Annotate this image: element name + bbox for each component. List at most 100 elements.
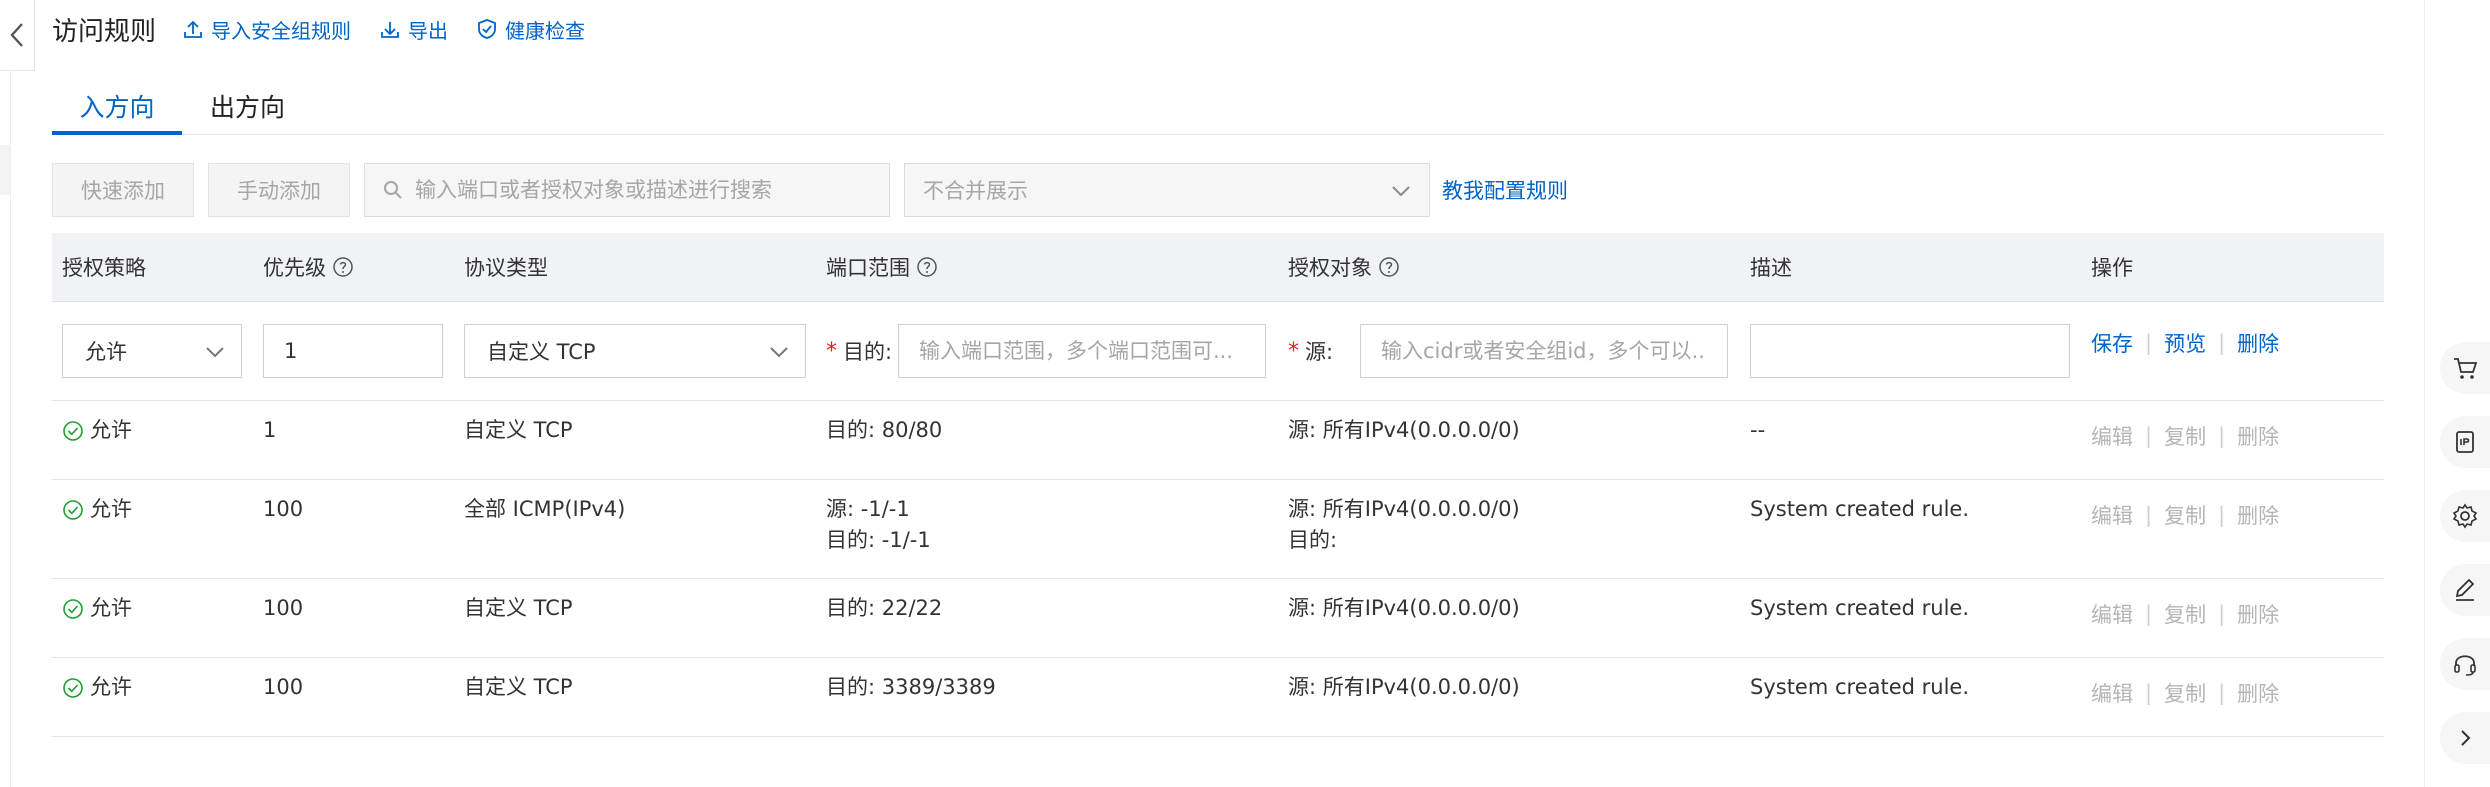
health-check-label: 健康检查 <box>505 18 586 43</box>
delete-button[interactable]: 删除 <box>2237 599 2279 629</box>
tab-inbound[interactable]: 入方向 <box>52 78 182 135</box>
export-icon <box>381 22 399 38</box>
export-link[interactable]: 导出 <box>379 15 448 44</box>
separator: | <box>2145 331 2153 355</box>
required-star: * <box>826 338 837 364</box>
edit-button[interactable]: 编辑 <box>2091 500 2133 530</box>
page-title: 访问规则 <box>52 16 157 47</box>
port-cell: 目的: 3389/3389 <box>826 672 996 703</box>
rail-support-button[interactable] <box>2440 638 2490 690</box>
col-desc-label: 描述 <box>1750 256 1792 280</box>
priority-cell: 100 <box>263 497 304 521</box>
target-cell: 源: 所有IPv4(0.0.0.0/0) <box>1288 672 1520 703</box>
required-star: * <box>1288 338 1299 364</box>
desc-cell: System created rule. <box>1750 675 1970 699</box>
target-line: 源: 所有IPv4(0.0.0.0/0) <box>1288 418 1520 442</box>
row-actions: 编辑 | 复制 | 删除 <box>2091 678 2279 708</box>
copy-button[interactable]: 复制 <box>2164 599 2206 629</box>
edit-button[interactable]: 编辑 <box>2091 421 2133 451</box>
copy-button[interactable]: 复制 <box>2164 678 2206 708</box>
new-rule-row: 允许 自定义 TCP * 目的: * 源: <box>52 302 2384 401</box>
dest-label: * 目的: <box>826 324 892 378</box>
rail-ip-button[interactable] <box>2440 416 2490 468</box>
help-icon[interactable] <box>332 256 354 278</box>
auth-target-input[interactable] <box>1361 339 1727 363</box>
search-icon <box>384 181 402 199</box>
delete-button[interactable]: 删除 <box>2237 678 2279 708</box>
port-cell: 目的: 80/80 <box>826 415 942 446</box>
col-port: 端口范围 <box>826 233 938 301</box>
description-input[interactable] <box>1751 339 2069 363</box>
merge-display-value: 不合并展示 <box>923 179 1028 203</box>
target-line: 源: 所有IPv4(0.0.0.0/0) <box>1288 596 1520 620</box>
search-box <box>364 163 890 217</box>
new-rule-actions: 保存 | 预览 | 删除 <box>2091 328 2279 358</box>
save-button[interactable]: 保存 <box>2091 328 2133 358</box>
priority-cell: 100 <box>263 596 304 620</box>
rail-expand-button[interactable] <box>2440 712 2490 764</box>
collapse-handle[interactable] <box>0 0 35 71</box>
separator: | <box>2145 424 2153 448</box>
rail-edit-button[interactable] <box>2440 564 2490 616</box>
edit-button[interactable]: 编辑 <box>2091 599 2133 629</box>
manual-add-button[interactable]: 手动添加 <box>208 163 350 217</box>
protocol-select[interactable]: 自定义 TCP <box>464 324 806 378</box>
shield-check-icon <box>478 19 496 39</box>
copy-button[interactable]: 复制 <box>2164 421 2206 451</box>
priority-cell: 1 <box>263 418 277 442</box>
check-circle-icon <box>63 420 83 441</box>
col-target-label: 授权对象 <box>1288 256 1372 280</box>
separator: | <box>2145 602 2153 626</box>
policy-text: 允许 <box>90 596 132 620</box>
target-cell: 源: 所有IPv4(0.0.0.0/0) 目的: <box>1288 494 1520 556</box>
import-rules-link[interactable]: 导入安全组规则 <box>182 15 351 44</box>
rail-settings-button[interactable] <box>2440 490 2490 542</box>
help-icon[interactable] <box>1378 256 1400 278</box>
right-rail-divider <box>2424 0 2425 787</box>
edit-button[interactable]: 编辑 <box>2091 678 2133 708</box>
table-header: 授权策略 优先级 协议类型 端口范围 授权对象 描述 操作 <box>52 233 2384 302</box>
delete-button[interactable]: 删除 <box>2237 500 2279 530</box>
port-line: 目的: 3389/3389 <box>826 675 996 699</box>
col-target: 授权对象 <box>1288 233 1400 301</box>
chevron-down-icon <box>770 347 788 358</box>
teach-config-link[interactable]: 教我配置规则 <box>1442 163 1568 217</box>
tab-outbound[interactable]: 出方向 <box>210 78 285 134</box>
target-line: 源: 所有IPv4(0.0.0.0/0) <box>1288 497 1520 521</box>
import-rules-label: 导入安全组规则 <box>211 18 352 43</box>
headset-icon <box>2454 655 2476 676</box>
preview-button[interactable]: 预览 <box>2164 328 2206 358</box>
desc-cell: -- <box>1750 418 1766 442</box>
check-circle-icon <box>63 598 83 619</box>
target-line: 目的: <box>1288 528 1338 552</box>
port-line: 源: -1/-1 <box>826 497 910 521</box>
rules-table: 授权策略 优先级 协议类型 端口范围 授权对象 描述 操作 允许 1 自定义 T… <box>52 233 2384 737</box>
table-row: 允许 100 自定义 TCP 目的: 3389/3389 源: 所有IPv4(0… <box>52 658 2384 737</box>
col-policy: 授权策略 <box>62 233 146 301</box>
col-priority: 优先级 <box>263 233 354 301</box>
table-row: 允许 1 自定义 TCP 目的: 80/80 源: 所有IPv4(0.0.0.0… <box>52 401 2384 480</box>
target-cell: 源: 所有IPv4(0.0.0.0/0) <box>1288 593 1520 624</box>
help-icon[interactable] <box>916 256 938 278</box>
col-port-label: 端口范围 <box>826 256 910 280</box>
port-range-input[interactable] <box>899 339 1265 363</box>
health-check-link[interactable]: 健康检查 <box>476 15 585 44</box>
copy-button[interactable]: 复制 <box>2164 500 2206 530</box>
import-icon <box>184 20 202 38</box>
delete-button[interactable]: 删除 <box>2237 421 2279 451</box>
search-input[interactable] <box>413 177 887 203</box>
priority-input[interactable] <box>264 339 442 363</box>
policy-cell: 允许 <box>62 672 132 703</box>
port-cell: 源: -1/-1 目的: -1/-1 <box>826 494 931 556</box>
rail-cart-button[interactable] <box>2440 342 2490 394</box>
quick-add-button[interactable]: 快速添加 <box>52 163 194 217</box>
port-line: 目的: 80/80 <box>826 418 943 442</box>
priority-input-box <box>263 324 443 378</box>
chevron-down-icon <box>206 347 224 358</box>
src-label-text: 源: <box>1305 340 1334 364</box>
left-divider <box>10 70 11 787</box>
merge-display-select[interactable]: 不合并展示 <box>904 163 1430 217</box>
delete-button[interactable]: 删除 <box>2237 328 2279 358</box>
chevron-down-icon <box>1392 186 1410 197</box>
policy-select[interactable]: 允许 <box>62 324 242 378</box>
